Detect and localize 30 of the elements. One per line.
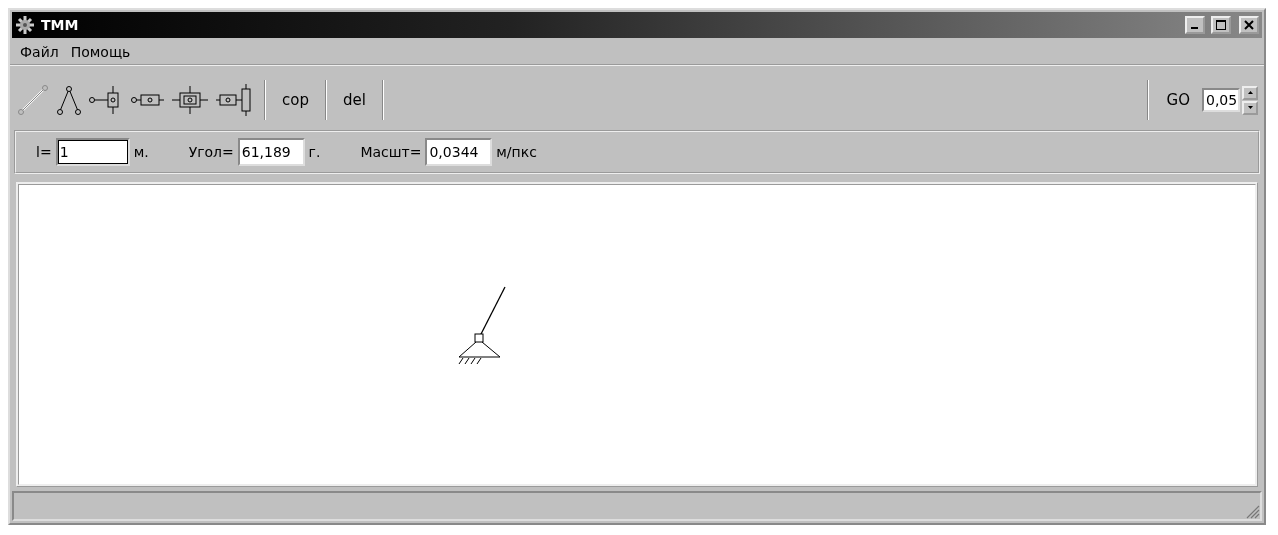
parameter-field[interactable]: 0,0344 [425,138,493,166]
resize-grip-icon[interactable] [1246,505,1260,519]
window-title: ТММ [41,17,80,33]
close-icon [1244,20,1254,30]
toolbar-button[interactable]: del [336,87,372,113]
spin-up-button[interactable] [1242,85,1258,100]
toolbar-button[interactable]: cop [276,87,315,113]
unit-label: м. [133,144,149,160]
minimize-button[interactable] [1185,16,1205,34]
step-field[interactable]: 0,05 [1202,88,1240,112]
go-button[interactable]: GO [1158,91,1198,109]
up-arrow-icon [1247,91,1253,94]
maximize-icon [1216,20,1226,30]
parameter-label: Угол= [188,144,234,160]
unit-label: г. [308,144,321,160]
maximize-button[interactable] [1211,16,1231,34]
menu-item[interactable]: Файл [16,44,63,60]
slider-tool-icon[interactable] [170,83,210,117]
parameter-label: Масшт= [360,144,422,160]
menu-item[interactable]: Помощь [66,44,135,60]
parameter-field[interactable]: 1 [55,138,130,166]
slider-tool-icon[interactable] [214,83,254,117]
close-button[interactable] [1239,16,1259,34]
spin-down-button[interactable] [1242,100,1258,115]
unit-label: м/пкс [496,144,537,160]
down-arrow-icon [1247,106,1253,109]
parameter-field[interactable]: 61,189 [237,138,305,166]
dyad-tool-icon[interactable] [54,83,84,117]
parameter-label: l= [36,144,52,160]
gear-icon [15,15,35,35]
